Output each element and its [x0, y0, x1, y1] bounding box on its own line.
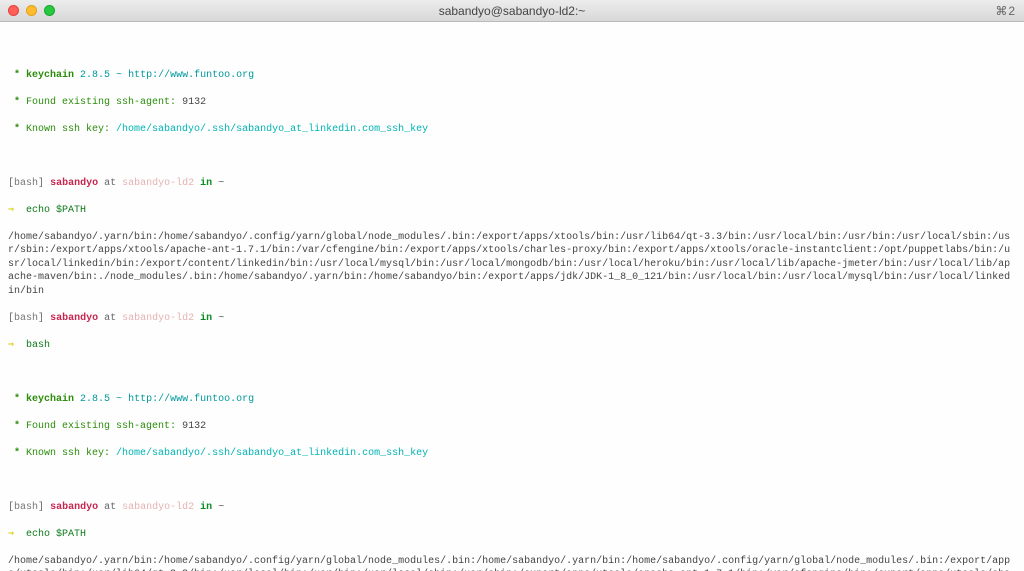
cmd-echo-1: ⇒ echo $PATH	[8, 204, 1016, 218]
cmd-echo-2: ⇒ echo $PATH	[8, 528, 1016, 542]
keychain-line-1: * keychain 2.8.5 ~ http://www.funtoo.org	[8, 69, 1016, 83]
window-title: sabandyo@sabandyo-ld2:~	[0, 4, 1024, 18]
blank-line	[8, 150, 1016, 164]
keychain-line-3: * Known ssh key: /home/sabandyo/.ssh/sab…	[8, 447, 1016, 461]
terminal-content[interactable]: * keychain 2.8.5 ~ http://www.funtoo.org…	[0, 22, 1024, 571]
window-titlebar: sabandyo@sabandyo-ld2:~ ⌘2	[0, 0, 1024, 22]
keychain-line-2: * Found existing ssh-agent: 9132	[8, 420, 1016, 434]
prompt-line: [bash] sabandyo at sabandyo-ld2 in ~	[8, 501, 1016, 515]
prompt-line: [bash] sabandyo at sabandyo-ld2 in ~	[8, 312, 1016, 326]
path-output-1: /home/sabandyo/.yarn/bin:/home/sabandyo/…	[8, 231, 1016, 299]
blank-line	[8, 366, 1016, 380]
cmd-bash-1: ⇒ bash	[8, 339, 1016, 353]
keychain-line-2: * Found existing ssh-agent: 9132	[8, 96, 1016, 110]
keychain-line-1: * keychain 2.8.5 ~ http://www.funtoo.org	[8, 393, 1016, 407]
blank-line	[8, 474, 1016, 488]
path-output-2: /home/sabandyo/.yarn/bin:/home/sabandyo/…	[8, 555, 1016, 571]
prompt-line: [bash] sabandyo at sabandyo-ld2 in ~	[8, 177, 1016, 191]
keychain-line-3: * Known ssh key: /home/sabandyo/.ssh/sab…	[8, 123, 1016, 137]
blank-line	[8, 42, 1016, 56]
